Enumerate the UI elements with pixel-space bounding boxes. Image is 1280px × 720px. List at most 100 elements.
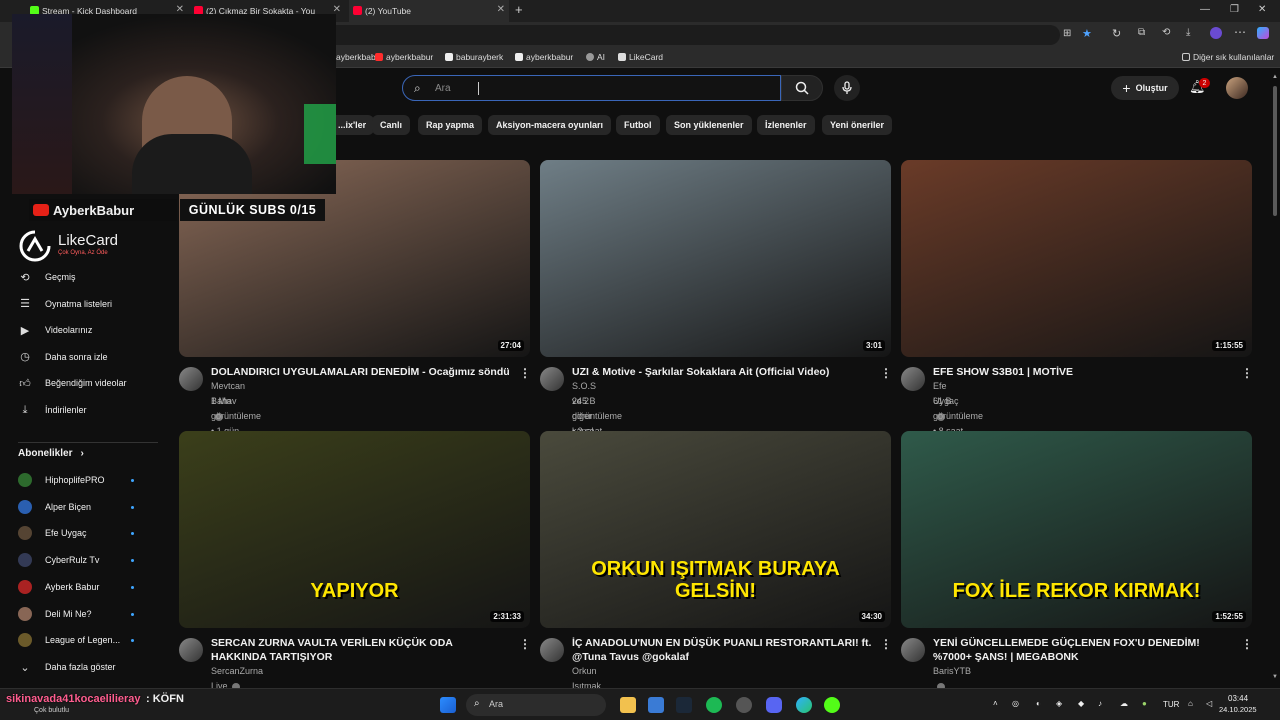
sidebar-item[interactable]: ⟲ Geçmiş: [18, 267, 75, 287]
sidebar-item[interactable]: ☰ Oynatma listeleri: [18, 294, 112, 314]
apps-icon[interactable]: ⊞: [1063, 28, 1071, 39]
scroll-up-icon[interactable]: ▲: [1272, 74, 1278, 80]
search-input[interactable]: ⌕ Ara: [402, 75, 781, 101]
maximize-icon[interactable]: ❐: [1230, 4, 1239, 15]
subscription-item[interactable]: League of Legen...: [18, 630, 120, 650]
channel-avatar[interactable]: [901, 638, 925, 662]
subscription-item[interactable]: CyberRulz Tv: [18, 550, 99, 570]
video-thumbnail[interactable]: 1:15:55: [901, 160, 1252, 357]
address-bar[interactable]: [300, 25, 1060, 45]
subscriptions-header[interactable]: Abonelikler ›: [18, 448, 84, 459]
sidebar-item[interactable]: ⤓ İndirilenler: [18, 400, 87, 420]
scrollbar[interactable]: ▲ ▼: [1272, 72, 1278, 684]
subscription-item[interactable]: Ayberk Babur: [18, 577, 99, 597]
more-options-icon[interactable]: ⋮: [1241, 366, 1253, 380]
chip[interactable]: İzlenenler: [757, 115, 815, 135]
voice-search-button[interactable]: [834, 75, 860, 101]
bookmark[interactable]: ayberkbabur: [375, 52, 433, 62]
window-close-icon[interactable]: ✕: [1258, 4, 1266, 15]
subscription-item[interactable]: Alper Biçen: [18, 497, 91, 517]
edge-icon[interactable]: [796, 697, 812, 713]
file-explorer-icon[interactable]: [620, 697, 636, 713]
subscription-item[interactable]: Efe Uygaç: [18, 523, 87, 543]
taskbar-search[interactable]: ⌕ Ara: [466, 694, 606, 716]
sidebar-item[interactable]: 👍︎ Beğendiğim videolar: [18, 373, 126, 393]
show-more-button[interactable]: ⌄ Daha fazla göster: [18, 657, 115, 677]
more-icon[interactable]: ⋯: [1234, 25, 1246, 39]
scroll-down-icon[interactable]: ▼: [1272, 674, 1278, 680]
extensions-icon[interactable]: ⧉: [1138, 27, 1145, 38]
kick-taskbar-icon[interactable]: [824, 697, 840, 713]
more-options-icon[interactable]: ⋮: [880, 366, 892, 380]
tray-icon[interactable]: ◐: [1036, 699, 1041, 708]
channel-avatar[interactable]: [179, 367, 203, 391]
speaker-icon[interactable]: ◁: [1206, 699, 1212, 708]
refresh-icon[interactable]: ↻: [1112, 27, 1121, 40]
tray-icon[interactable]: ◈: [1056, 699, 1062, 708]
search-button[interactable]: [781, 75, 823, 101]
windows-start-icon[interactable]: [440, 697, 456, 713]
subscription-item[interactable]: HiphoplifePRO: [18, 470, 105, 490]
new-tab-icon[interactable]: +: [515, 2, 523, 17]
steam-icon[interactable]: [676, 697, 692, 713]
minimize-icon[interactable]: —: [1200, 4, 1210, 15]
video-title[interactable]: EFE SHOW S3B01 | MOTİVE: [933, 365, 1233, 379]
other-bookmarks[interactable]: Diğer sık kullanılanlar: [1182, 52, 1274, 62]
tray-icon[interactable]: ☁: [1120, 699, 1128, 708]
sidebar-item[interactable]: ▶ Videolarınız: [18, 320, 93, 340]
video-title[interactable]: SERCAN ZURNA VAULTA VERİLEN KÜÇÜK ODA HA…: [211, 636, 511, 664]
video-title[interactable]: YENİ GÜNCELLEMEDE GÜÇLENEN FOX'U DENEDİM…: [933, 636, 1233, 664]
video-thumbnail[interactable]: ORKUN IŞITMAK BURAYA GELSİN! 34:30: [540, 431, 891, 628]
tray-icon[interactable]: ◎: [1012, 699, 1019, 708]
volume-icon[interactable]: ♪: [1098, 699, 1102, 708]
bookmark[interactable]: LikeCard: [618, 52, 663, 62]
video-title[interactable]: İÇ ANADOLU'NUN EN DÜŞÜK PUANLI RESTORANT…: [572, 636, 872, 664]
chip[interactable]: Rap yapma: [418, 115, 483, 135]
store-icon[interactable]: [648, 697, 664, 713]
chip[interactable]: Aksiyon-macera oyunları: [488, 115, 612, 135]
video-thumbnail[interactable]: YAPIYOR 2:31:33: [179, 431, 530, 628]
subscription-item[interactable]: Deli Mi Ne?: [18, 604, 92, 624]
tray-chevron-icon[interactable]: ˄: [993, 699, 998, 708]
chip[interactable]: Futbol: [616, 115, 660, 135]
clock-time[interactable]: 03:44: [1228, 694, 1248, 703]
tab-youtube-home[interactable]: (2) YouTube ✕: [349, 0, 509, 22]
spotify-icon[interactable]: [706, 697, 722, 713]
favorite-star-icon[interactable]: ★: [1082, 27, 1092, 40]
clock-date[interactable]: 24.10.2025: [1219, 705, 1257, 714]
copilot-icon[interactable]: [1257, 27, 1269, 39]
keyboard-language[interactable]: TUR: [1163, 700, 1179, 709]
sidebar-item[interactable]: ◷ Daha sonra izle: [18, 347, 107, 367]
bookmark[interactable]: baburayberk: [445, 52, 503, 62]
close-icon[interactable]: ✕: [497, 4, 505, 15]
video-title[interactable]: DOLANDIRICI UYGULAMALARI DENEDİM - Ocağı…: [211, 365, 511, 379]
history-browser-icon[interactable]: ⟲: [1162, 27, 1170, 38]
more-options-icon[interactable]: ⋮: [519, 366, 531, 380]
bookmark[interactable]: AI: [586, 52, 605, 62]
discord-icon[interactable]: [766, 697, 782, 713]
app-icon[interactable]: [736, 697, 752, 713]
channel-avatar[interactable]: [179, 638, 203, 662]
create-button[interactable]: + Oluştur: [1111, 76, 1179, 100]
more-options-icon[interactable]: ⋮: [880, 637, 892, 651]
mic-tray-icon[interactable]: ●: [1142, 699, 1147, 708]
bookmark[interactable]: ayberkbabur: [515, 52, 573, 62]
scrollbar-thumb[interactable]: [1273, 86, 1277, 216]
channel-avatar[interactable]: [540, 367, 564, 391]
chip[interactable]: Son yüklenenler: [666, 115, 752, 135]
video-title[interactable]: UZI & Motive - Şarkılar Sokaklara Ait (O…: [572, 365, 872, 379]
profile-icon[interactable]: [1210, 27, 1222, 39]
more-options-icon[interactable]: ⋮: [1241, 637, 1253, 651]
download-browser-icon[interactable]: ⤓: [1186, 27, 1190, 38]
chip[interactable]: Canlı: [372, 115, 411, 135]
network-icon[interactable]: ⌂: [1188, 699, 1193, 708]
channel-avatar[interactable]: [540, 638, 564, 662]
more-options-icon[interactable]: ⋮: [519, 637, 531, 651]
tray-icon[interactable]: ◆: [1078, 699, 1084, 708]
chip[interactable]: ...ix'ler: [330, 115, 375, 135]
avatar[interactable]: [1226, 77, 1248, 99]
channel-avatar[interactable]: [901, 367, 925, 391]
chip[interactable]: Yeni öneriler: [822, 115, 893, 135]
likecard-banner[interactable]: LikeCard Çok Oyna, Az Öde: [18, 229, 158, 263]
video-thumbnail[interactable]: 3:01: [540, 160, 891, 357]
